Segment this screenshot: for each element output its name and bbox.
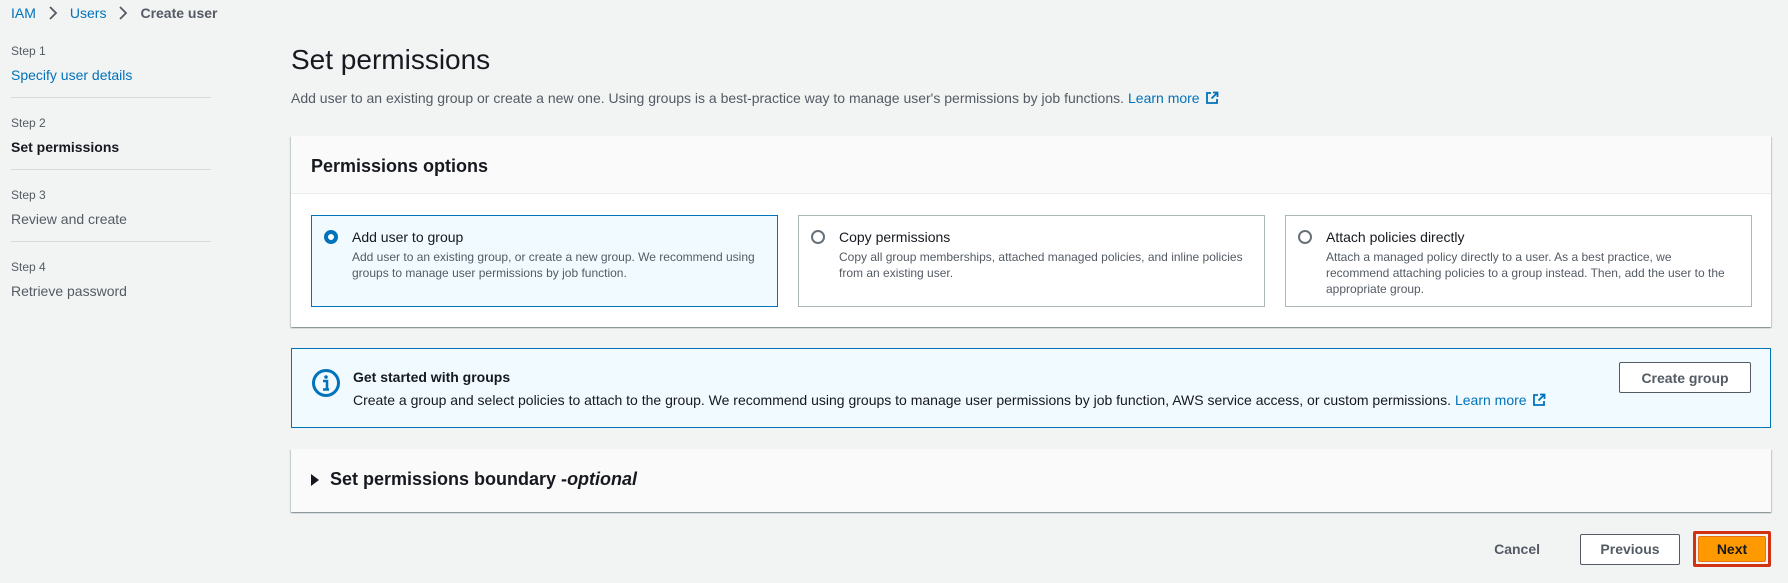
step-label-retrieve-password: Retrieve password: [11, 283, 127, 299]
alert-message-text: Create a group and select policies to at…: [353, 392, 1451, 408]
tile-description: Copy all group memberships, attached man…: [839, 250, 1243, 280]
wizard-step-1: Step 1 Specify user details: [11, 44, 211, 98]
get-started-with-groups-alert: Get started with groups Create a group a…: [291, 348, 1771, 428]
boundary-optional: optional: [567, 469, 638, 489]
page-description-text: Add user to an existing group or create …: [291, 90, 1124, 106]
previous-button[interactable]: Previous: [1580, 533, 1680, 565]
step-number: Step 2: [11, 116, 46, 130]
page-description: Add user to an existing group or create …: [291, 90, 1219, 106]
breadcrumb-users[interactable]: Users: [70, 5, 107, 21]
tile-content: Attach policies directly Attach a manage…: [1326, 228, 1737, 306]
step-label-review-and-create: Review and create: [11, 211, 127, 227]
permissions-options-panel: Permissions options Add user to group Ad…: [291, 136, 1771, 327]
step-number: Step 1: [11, 44, 46, 58]
page-title: Set permissions: [291, 44, 491, 75]
alert-title: Get started with groups: [353, 369, 511, 385]
chevron-right-icon: [118, 6, 128, 20]
breadcrumb: IAM Users Create user: [11, 3, 218, 23]
step-link-specify-user-details[interactable]: Specify user details: [11, 67, 211, 83]
breadcrumb-iam[interactable]: IAM: [11, 5, 36, 21]
wizard-step-2: Step 2 Set permissions: [11, 116, 211, 170]
permissions-boundary-header[interactable]: Set permissions boundary - optional: [311, 469, 637, 490]
cancel-button[interactable]: Cancel: [1494, 541, 1540, 557]
wizard-footer: Cancel Previous Next: [1494, 531, 1771, 567]
create-user-page: IAM Users Create user Step 1 Specify use…: [0, 0, 1788, 583]
step-number: Step 3: [11, 188, 46, 202]
next-button[interactable]: Next: [1698, 536, 1766, 562]
tile-content: Copy permissions Copy all group membersh…: [839, 228, 1250, 306]
tile-title: Add user to group: [352, 229, 464, 245]
create-group-button[interactable]: Create group: [1619, 362, 1751, 393]
wizard-step-3: Step 3 Review and create: [11, 188, 211, 242]
step-label-set-permissions: Set permissions: [11, 139, 120, 155]
caret-right-icon: [311, 473, 319, 486]
boundary-title: Set permissions boundary -: [330, 469, 568, 489]
tile-description: Add user to an existing group, or create…: [352, 250, 755, 280]
radio-copy-permissions[interactable]: [811, 230, 825, 244]
external-link-icon: [1205, 91, 1219, 105]
permissions-boundary-section[interactable]: Set permissions boundary - optional: [291, 449, 1771, 512]
alert-learn-more-link[interactable]: Learn more: [1455, 392, 1527, 408]
step-number: Step 4: [11, 260, 46, 274]
next-button-highlight: Next: [1693, 531, 1771, 567]
tile-title: Attach policies directly: [1326, 229, 1465, 245]
radio-add-user-to-group[interactable]: [324, 230, 338, 244]
learn-more-link[interactable]: Learn more: [1128, 90, 1200, 106]
alert-message: Create a group and select policies to at…: [353, 392, 1546, 408]
tile-content: Add user to group Add user to an existin…: [352, 228, 763, 306]
wizard-steps: Step 1 Specify user details Step 2 Set p…: [11, 44, 211, 331]
permission-option-tiles: Add user to group Add user to an existin…: [311, 215, 1752, 307]
chevron-right-icon: [48, 6, 58, 20]
wizard-step-4: Step 4 Retrieve password: [11, 260, 211, 313]
breadcrumb-current: Create user: [140, 5, 218, 21]
tile-description: Attach a managed policy directly to a us…: [1326, 250, 1725, 296]
external-link-icon: [1532, 393, 1546, 407]
info-icon: [311, 368, 341, 403]
radio-attach-policies-directly[interactable]: [1298, 230, 1312, 244]
tile-add-user-to-group[interactable]: Add user to group Add user to an existin…: [311, 215, 778, 307]
permissions-options-title: Permissions options: [291, 136, 1771, 194]
tile-attach-policies-directly[interactable]: Attach policies directly Attach a manage…: [1285, 215, 1752, 307]
tile-copy-permissions[interactable]: Copy permissions Copy all group membersh…: [798, 215, 1265, 307]
tile-title: Copy permissions: [839, 229, 951, 245]
